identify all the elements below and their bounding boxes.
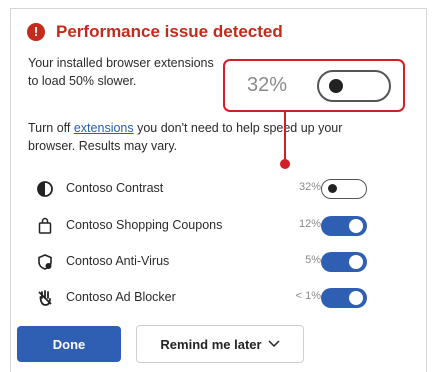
extension-impact: 32% bbox=[298, 181, 321, 193]
extension-toggle[interactable] bbox=[321, 216, 367, 236]
advice-prefix: Turn off bbox=[28, 121, 74, 135]
extension-name: Contoso Ad Blocker bbox=[66, 290, 176, 304]
extension-toggle[interactable] bbox=[321, 288, 367, 308]
extension-name: Contoso Anti-Virus bbox=[66, 254, 170, 268]
callout-anchor-dot bbox=[280, 159, 290, 169]
advice-message: Turn off extensions you don't need to he… bbox=[28, 119, 388, 155]
extension-toggle[interactable] bbox=[321, 179, 367, 199]
callout-leader-line bbox=[284, 110, 286, 163]
callout-toggle bbox=[317, 70, 391, 102]
extension-impact: < 1% bbox=[295, 290, 321, 302]
callout-impact: 32% bbox=[247, 74, 288, 96]
remind-later-button[interactable]: Remind me later bbox=[136, 325, 304, 363]
alert-icon: ! bbox=[27, 23, 45, 41]
dialog-title: Performance issue detected bbox=[56, 22, 283, 41]
done-button[interactable]: Done bbox=[17, 326, 121, 362]
shopping-bag-icon bbox=[38, 217, 52, 234]
remind-later-label: Remind me later bbox=[160, 336, 262, 352]
extension-row: Contoso Contrast 32% bbox=[11, 177, 428, 201]
extension-row: Contoso Shopping Coupons 12% bbox=[11, 214, 428, 238]
extension-row: Contoso Anti-Virus 5% bbox=[11, 250, 428, 274]
extension-row: Contoso Ad Blocker < 1% bbox=[11, 286, 428, 310]
extension-toggle[interactable] bbox=[321, 252, 367, 272]
ad-blocker-icon bbox=[38, 290, 52, 306]
extensions-link[interactable]: extensions bbox=[74, 121, 134, 135]
message-line-1-end: to load 50% slower. bbox=[28, 74, 137, 88]
shield-icon bbox=[38, 254, 52, 270]
extension-impact: 5% bbox=[305, 254, 321, 266]
chevron-down-icon bbox=[268, 340, 280, 348]
message-line-1: Your installed browser extensions bbox=[28, 56, 214, 70]
contrast-icon bbox=[37, 181, 53, 197]
extension-name: Contoso Contrast bbox=[66, 181, 164, 195]
extension-impact: 12% bbox=[298, 218, 321, 230]
zoom-callout: 32% bbox=[223, 59, 405, 112]
extension-name: Contoso Shopping Coupons bbox=[66, 218, 223, 232]
dialog-header: ! Performance issue detected bbox=[27, 22, 283, 42]
